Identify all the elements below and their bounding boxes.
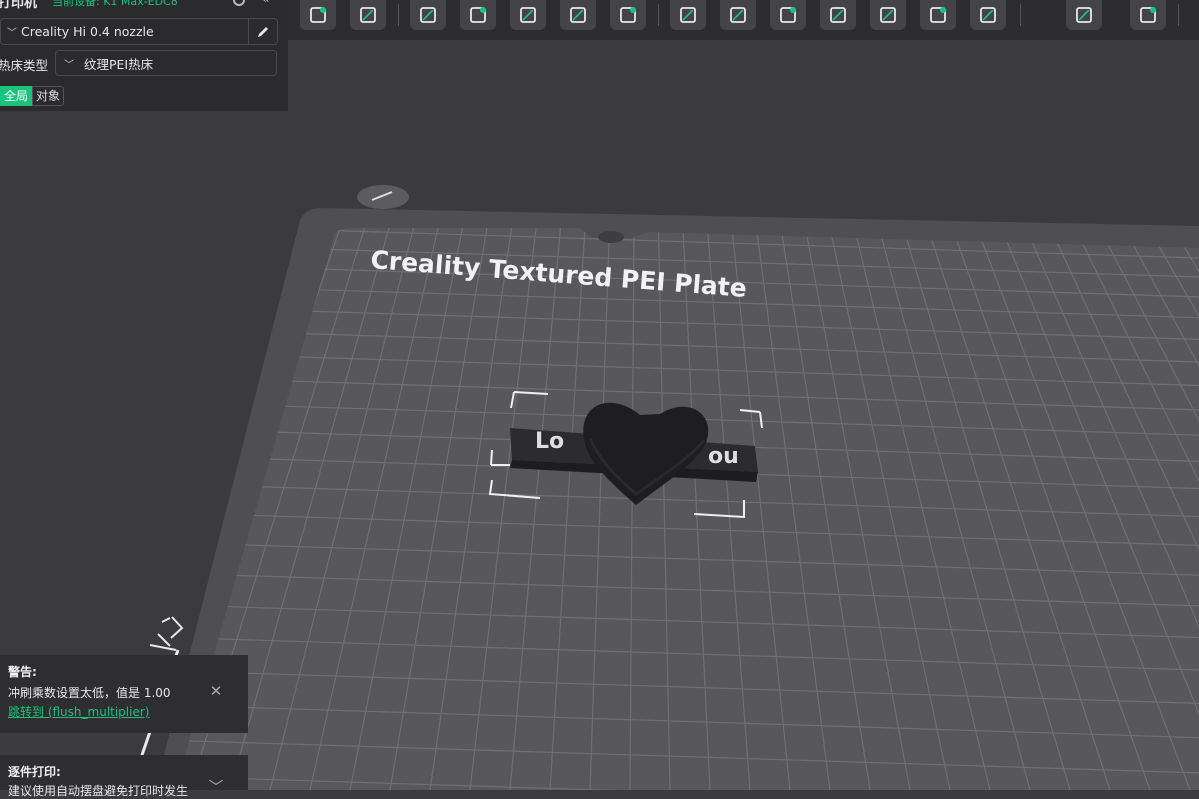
printer-title: 打印机 xyxy=(0,0,37,11)
arrange-icon[interactable] xyxy=(560,0,596,30)
toolbar-separator xyxy=(398,4,399,26)
scale-icon[interactable] xyxy=(510,0,546,30)
edit-icon[interactable] xyxy=(248,19,277,44)
auto-fit-icon[interactable] xyxy=(770,0,806,30)
orient-icon[interactable] xyxy=(610,0,646,30)
rotate-icon[interactable] xyxy=(460,0,496,30)
model-text-left: Lo xyxy=(535,429,564,454)
bed-type-label: 热床类型 xyxy=(0,55,48,74)
sequence-body: 建议使用自动摆盘避免打印时发生 xyxy=(8,782,188,799)
plate-edit-icon[interactable] xyxy=(357,185,409,209)
chevron-down-icon[interactable]: ﹀ xyxy=(208,779,224,795)
boolean-icon[interactable] xyxy=(970,0,1006,30)
split-parts-icon[interactable] xyxy=(720,0,756,30)
measure-icon[interactable] xyxy=(920,0,956,30)
add-plate-icon[interactable] xyxy=(350,0,386,30)
bed-type-select[interactable]: ﹀ 纹理PEI热床 xyxy=(55,50,277,76)
close-icon[interactable]: ✕ xyxy=(208,683,224,699)
move-icon[interactable] xyxy=(410,0,446,30)
warning-title: 警告: xyxy=(8,663,37,680)
support-paint-icon[interactable] xyxy=(1130,0,1166,30)
chevron-down-icon: ﹀ xyxy=(60,56,78,71)
sequence-notice: 逐件打印: 建议使用自动摆盘避免打印时发生 ﹀ xyxy=(0,755,248,790)
nozzle-value: Creality Hi 0.4 nozzle xyxy=(21,24,154,39)
tab-global[interactable]: 全局 xyxy=(0,86,32,106)
plate-notch xyxy=(598,231,624,243)
warning-body: 冲刷乘数设置太低，值是 1.00 xyxy=(8,684,171,701)
printer-header: 打印机 当前设备: K1 Max-EDC8 « xyxy=(0,0,288,8)
layer-icon[interactable] xyxy=(820,0,856,30)
sequence-title: 逐件打印: xyxy=(8,763,61,780)
model-text-right: ou xyxy=(708,444,739,469)
gear-icon[interactable] xyxy=(231,0,247,8)
nozzle-select[interactable]: ﹀ Creality Hi 0.4 nozzle xyxy=(0,18,278,45)
tab-object[interactable]: 对象 xyxy=(32,86,64,106)
toolbar-separator xyxy=(658,4,659,26)
flush-multiplier-link[interactable]: 跳转到 (flush_multiplier) xyxy=(8,703,149,720)
bed-type-value: 纹理PEI热床 xyxy=(84,54,153,73)
cut-icon[interactable] xyxy=(870,0,906,30)
top-toolbar xyxy=(288,0,1199,40)
printer-settings-panel: 打印机 当前设备: K1 Max-EDC8 « ﹀ Creality Hi 0.… xyxy=(0,0,288,111)
toolbar-separator xyxy=(1178,4,1179,26)
chevron-down-icon: ﹀ xyxy=(3,24,21,39)
bed-type-row: 热床类型 ﹀ 纹理PEI热床 xyxy=(0,50,288,76)
collapse-icon[interactable]: « xyxy=(262,0,278,8)
warning-notice: 警告: 冲刷乘数设置太低，值是 1.00 跳转到 (flush_multipli… xyxy=(0,655,248,733)
split-icon[interactable] xyxy=(670,0,706,30)
toolbar-separator xyxy=(1020,4,1021,26)
scope-tabs: 全局 对象 xyxy=(0,86,64,104)
add-cube-icon[interactable] xyxy=(300,0,336,30)
assembly-icon[interactable] xyxy=(1066,0,1102,30)
current-device[interactable]: 当前设备: K1 Max-EDC8 xyxy=(52,0,178,9)
